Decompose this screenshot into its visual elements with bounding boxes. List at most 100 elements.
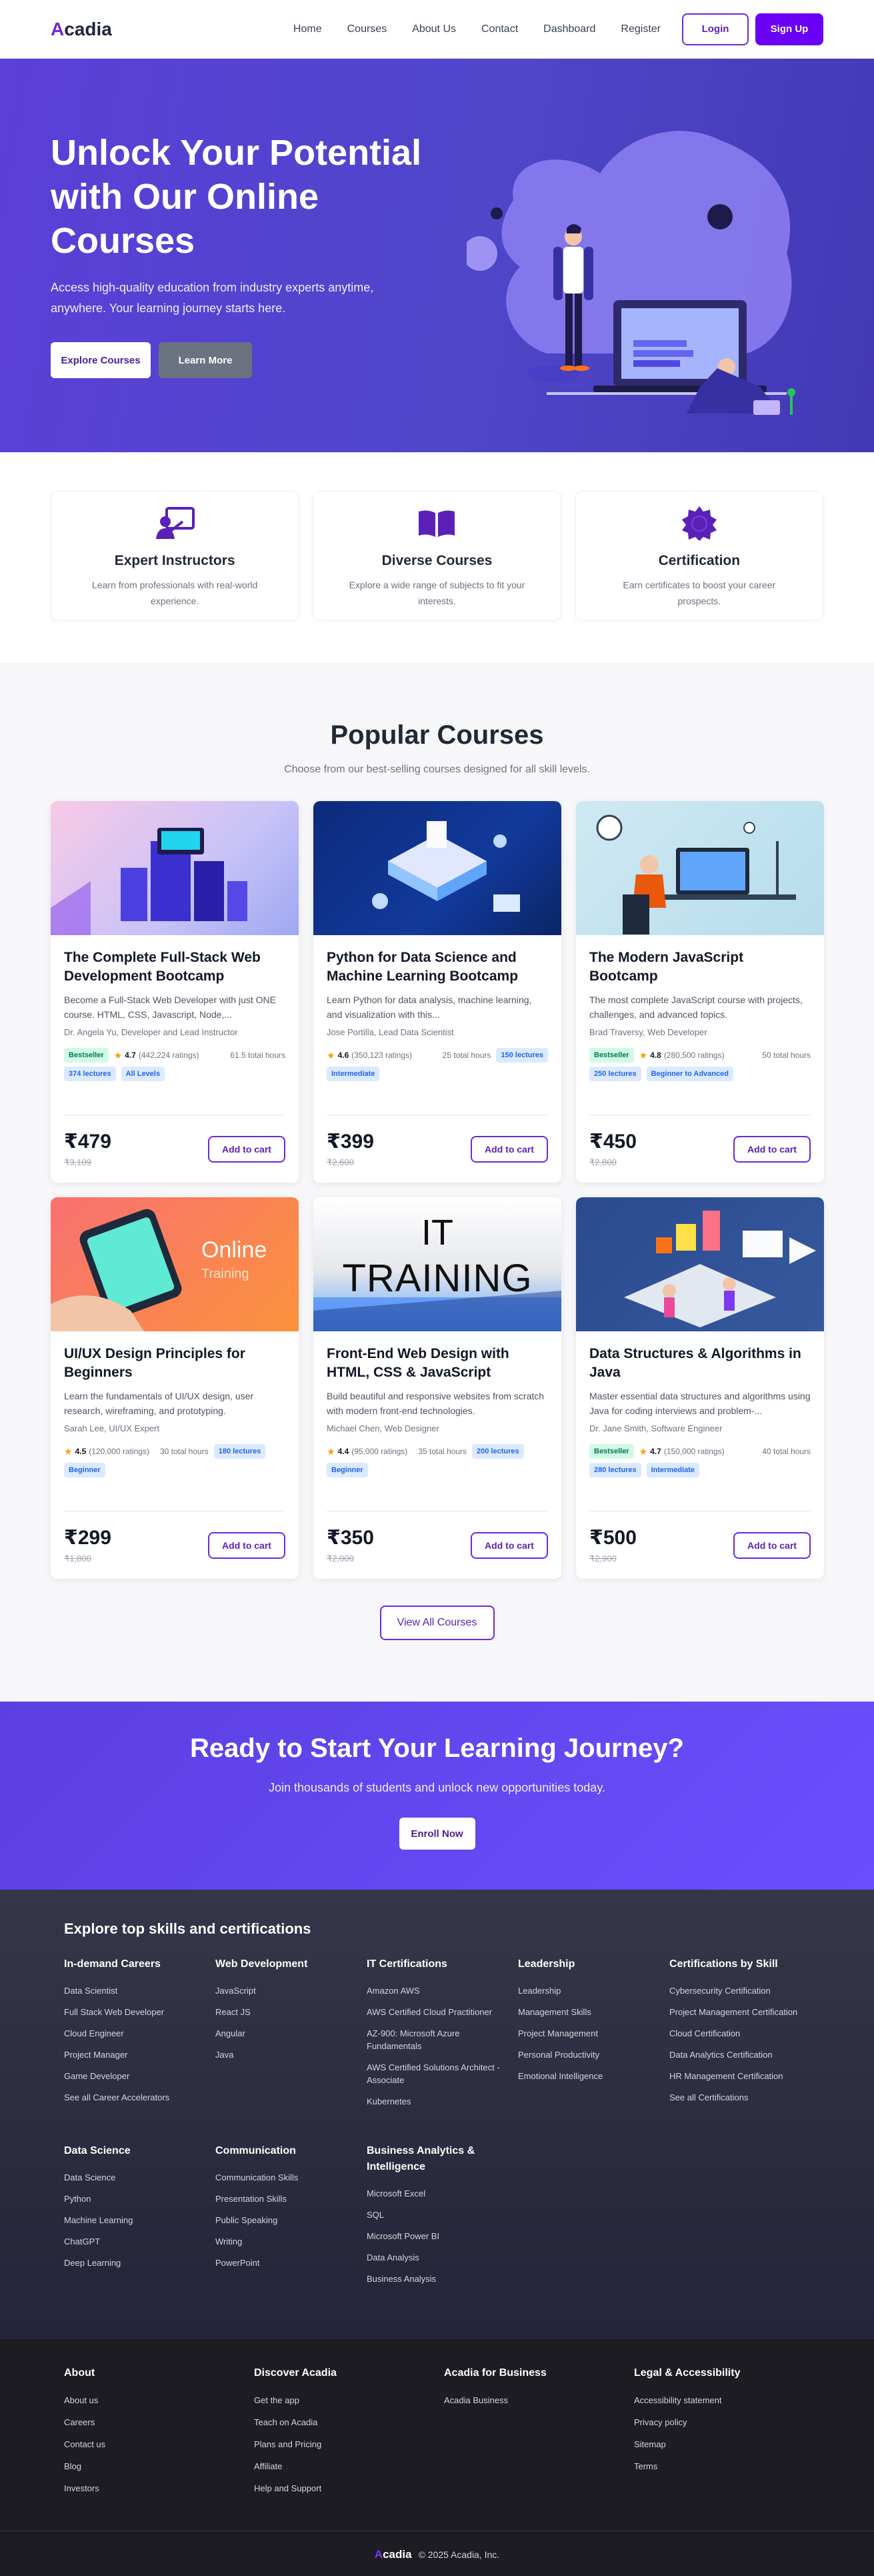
skills-link[interactable]: Full Stack Web Developer [64,2006,215,2018]
skills-link[interactable]: Project Management Certification [669,2006,821,2018]
feature-desc: Explore a wide range of subjects to fit … [349,580,525,606]
footer-logo[interactable]: Acadia [375,2548,412,2561]
course-title[interactable]: Front-End Web Design with HTML, CSS & Ja… [327,1345,548,1382]
footer-link[interactable]: Teach on Acadia [254,2417,444,2427]
nav-link-home[interactable]: Home [293,23,322,35]
skills-link[interactable]: Data Science [64,2171,215,2184]
footer-link[interactable]: Contact us [64,2439,254,2449]
skills-link[interactable]: Project Management [518,2027,669,2040]
footer-link[interactable]: Affiliate [254,2461,444,2471]
add-to-cart-button[interactable]: Add to cart [733,1136,811,1163]
course-title[interactable]: UI/UX Design Principles for Beginners [64,1345,285,1382]
course-desc: Become a Full-Stack Web Developer with j… [64,995,276,1020]
skills-link[interactable]: Management Skills [518,2006,669,2018]
course-title[interactable]: Python for Data Science and Machine Lear… [327,948,548,986]
view-all-courses-button[interactable]: View All Courses [379,1605,495,1640]
learn-more-button[interactable]: Learn More [159,342,252,378]
skills-link[interactable]: HR Management Certification [669,2070,821,2082]
add-to-cart-button[interactable]: Add to cart [471,1532,548,1559]
skills-link[interactable]: Project Manager [64,2048,215,2061]
course-card[interactable]: Data Structures & Algorithms in Java Mas… [576,1197,824,1579]
skills-link[interactable]: Public Speaking [215,2214,367,2226]
footer-link[interactable]: Terms [634,2461,824,2471]
course-instructor: Dr. Angela Yu, Developer and Lead Instru… [64,1027,238,1037]
footer-link[interactable]: Sitemap [634,2439,824,2449]
nav-link-about[interactable]: About Us [412,23,456,35]
footer-link[interactable]: Privacy policy [634,2417,824,2427]
course-desc: Master essential data structures and alg… [589,1391,811,1416]
hero-subtitle: Access high-quality education from indus… [51,281,374,315]
explore-courses-button[interactable]: Explore Courses [51,342,151,378]
skills-link[interactable]: PowerPoint [215,2257,367,2269]
skills-link[interactable]: Data Analysis [367,2251,518,2264]
lectures-badge: 280 lectures [589,1463,641,1477]
skills-link[interactable]: Presentation Skills [215,2192,367,2205]
footer-link[interactable]: Acadia Business [444,2395,634,2405]
course-price: ₹450 [589,1131,637,1153]
skills-title: Explore top skills and certifications [64,1920,311,1937]
skills-link[interactable]: Game Developer [64,2070,215,2082]
skills-link[interactable]: See all Certifications [669,2091,821,2104]
skills-link[interactable]: Leadership [518,1984,669,1997]
skills-link[interactable]: Amazon AWS [367,1984,518,1997]
skills-link[interactable]: Angular [215,2027,367,2040]
nav-link-dashboard[interactable]: Dashboard [543,23,595,35]
login-button[interactable]: Login [682,13,749,45]
skills-link[interactable]: Java [215,2048,367,2061]
skills-link[interactable]: Business Analysis [367,2273,518,2285]
skills-link[interactable]: Data Analytics Certification [669,2048,821,2061]
footer-link[interactable]: Help and Support [254,2483,444,2493]
skills-link[interactable]: Cloud Certification [669,2027,821,2040]
skills-link[interactable]: Kubernetes [367,2095,518,2108]
skills-link[interactable]: Writing [215,2235,367,2248]
skills-link[interactable]: Deep Learning [64,2257,215,2269]
nav-link-register[interactable]: Register [621,23,661,35]
skills-link[interactable]: Data Scientist [64,1984,215,1997]
enroll-now-button[interactable]: Enroll Now [399,1818,475,1850]
add-to-cart-button[interactable]: Add to cart [208,1532,285,1559]
skills-link[interactable]: AWS Certified Solutions Architect - Asso… [367,2061,518,2086]
footer-link[interactable]: Accessibility statement [634,2395,824,2405]
signup-button[interactable]: Sign Up [755,13,823,45]
footer-link[interactable]: Investors [64,2483,254,2493]
skills-link[interactable]: Microsoft Power BI [367,2230,518,2242]
footer-link[interactable]: Careers [64,2417,254,2427]
skills-link[interactable]: ChatGPT [64,2235,215,2248]
skills-link[interactable]: JavaScript [215,1984,367,1997]
skills-link[interactable]: Emotional Intelligence [518,2070,669,2082]
course-card[interactable]: IT TRAINING Front-End Web Design with HT… [313,1197,561,1579]
course-instructor: Brad Traversy, Web Developer [589,1027,707,1037]
nav-link-courses[interactable]: Courses [347,23,387,35]
nav-link-contact[interactable]: Contact [481,23,518,35]
logo[interactable]: Acadia [51,19,112,40]
course-card[interactable]: The Modern JavaScript Bootcamp The most … [576,801,824,1183]
footer-link[interactable]: Get the app [254,2395,444,2405]
hero-illustration [467,131,795,415]
course-card[interactable]: Online Training UI/UX Design Principles … [51,1197,299,1579]
lectures-badge: 250 lectures [589,1067,641,1081]
add-to-cart-button[interactable]: Add to cart [733,1532,811,1559]
course-card[interactable]: The Complete Full-Stack Web Development … [51,801,299,1183]
skills-link[interactable]: React JS [215,2006,367,2018]
skills-link[interactable]: Python [64,2192,215,2205]
footer-link[interactable]: Blog [64,2461,254,2471]
course-title[interactable]: The Complete Full-Stack Web Development … [64,948,285,986]
footer-link[interactable]: Plans and Pricing [254,2439,444,2449]
add-to-cart-button[interactable]: Add to cart [208,1136,285,1163]
course-card[interactable]: Python for Data Science and Machine Lear… [313,801,561,1183]
skills-link[interactable]: AZ-900: Microsoft Azure Fundamentals [367,2027,518,2052]
skills-link[interactable]: Cybersecurity Certification [669,1984,821,1997]
add-to-cart-button[interactable]: Add to cart [471,1136,548,1163]
course-title[interactable]: The Modern JavaScript Bootcamp [589,948,811,986]
course-title[interactable]: Data Structures & Algorithms in Java [589,1345,811,1382]
footer-link[interactable]: About us [64,2395,254,2405]
skills-link[interactable]: See all Career Accelerators [64,2091,215,2104]
skills-link[interactable]: Communication Skills [215,2171,367,2184]
skills-link[interactable]: Personal Productivity [518,2048,669,2061]
skills-link[interactable]: Microsoft Excel [367,2187,518,2200]
skills-link[interactable]: SQL [367,2208,518,2221]
skills-link[interactable]: Machine Learning [64,2214,215,2226]
skills-link[interactable]: AWS Certified Cloud Practitioner [367,2006,518,2018]
course-price: ₹299 [64,1527,111,1549]
skills-link[interactable]: Cloud Engineer [64,2027,215,2040]
